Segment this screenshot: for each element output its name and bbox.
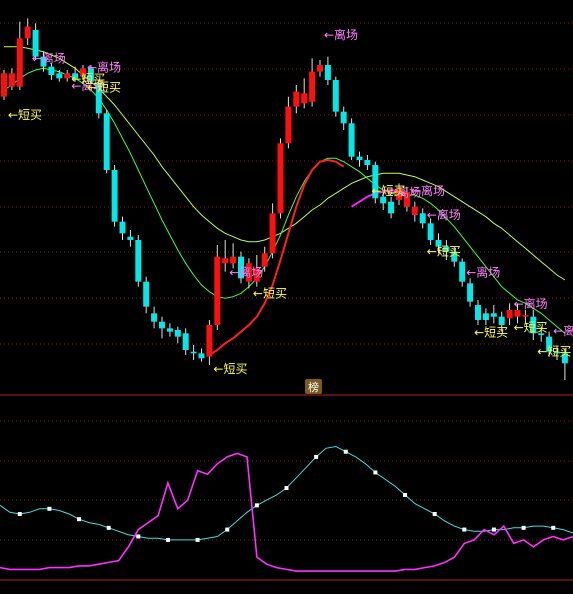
- candle-body: [356, 156, 363, 160]
- candle-body: [198, 353, 205, 359]
- indicator-marker: [521, 525, 526, 530]
- indicator-marker: [314, 454, 319, 459]
- candle-body: [475, 305, 481, 320]
- candle-body: [309, 71, 316, 102]
- indicator-series-line: [0, 445, 573, 541]
- signal-annotations: ←离场 ←离场 ←离场 ←短买 ←短买 ←短买 ←离场 ←短买 ←短买 ←离场 ←离场 ←离场 ←离场 ←…: [8, 27, 573, 376]
- signal-label: ←短买: [8, 108, 42, 122]
- signal-label: ←离场: [553, 323, 573, 338]
- candle-body: [174, 330, 181, 337]
- signal-label: ←短买: [253, 286, 287, 300]
- candle-body: [498, 316, 505, 325]
- candle-body: [317, 65, 323, 72]
- candle-body: [467, 283, 474, 302]
- indicator-marker: [136, 534, 141, 539]
- indicator-marker: [284, 486, 289, 491]
- indicator-marker: [225, 527, 230, 532]
- grid-lines: [0, 22, 573, 581]
- indicator-marker: [491, 527, 496, 532]
- candle-body: [364, 160, 371, 165]
- signal-label: ←短买: [474, 326, 508, 340]
- candle-body: [230, 256, 237, 264]
- candle-body: [506, 310, 513, 319]
- candle-body: [48, 66, 55, 75]
- candle-body: [324, 65, 331, 80]
- candle-body: [190, 351, 197, 354]
- candle-body: [103, 113, 110, 170]
- candle-body: [293, 91, 300, 107]
- indicator-marker: [165, 537, 170, 542]
- candle-body: [8, 73, 15, 87]
- signal-label: ←离场: [32, 50, 66, 65]
- candle-body: [119, 221, 126, 234]
- candle-body: [166, 328, 173, 332]
- signal-label: ←短买: [427, 245, 461, 259]
- signal-label: ←短买: [371, 184, 405, 198]
- ma-mid-red-line: [208, 158, 345, 356]
- candle-body: [490, 313, 497, 317]
- candle-body: [64, 73, 71, 79]
- indicator-marker: [47, 506, 52, 511]
- candle-body: [285, 106, 292, 144]
- indicator-marker: [373, 470, 378, 475]
- signal-label: ←短买: [514, 321, 548, 335]
- signal-label: ←短买: [87, 81, 121, 95]
- candle-body: [269, 213, 276, 254]
- candle-body: [301, 93, 308, 104]
- candle-body: [214, 256, 221, 325]
- indicator-marker: [77, 517, 82, 522]
- candle-body: [127, 236, 134, 240]
- candle-body: [24, 26, 31, 39]
- candle-body: [522, 315, 529, 317]
- indicator-marker: [403, 492, 408, 497]
- indicator-marker: [551, 525, 556, 530]
- signal-label: ←离场: [411, 183, 445, 198]
- candle-body: [1, 73, 7, 97]
- indicator-marker: [17, 511, 22, 516]
- candle-body: [151, 313, 158, 322]
- indicator-marker: [432, 511, 437, 516]
- signal-label: ←短买: [213, 362, 247, 376]
- candle-body: [135, 240, 142, 282]
- candle-body: [340, 111, 347, 124]
- candle-body: [182, 333, 189, 350]
- indicator-panel: 榜: [0, 379, 573, 572]
- candle-body: [56, 73, 63, 79]
- candle-body: [459, 261, 466, 282]
- indicator-marker: [343, 449, 348, 454]
- signal-label: ←离场: [324, 27, 358, 42]
- candle-body: [388, 201, 395, 214]
- candle-body: [332, 80, 339, 112]
- indicator-marker: [254, 503, 259, 508]
- signal-label: ←短买: [537, 345, 571, 359]
- chart-canvas: ←离场 ←离场 ←离场 ←短买 ←短买 ←短买 ←离场 ←短买 ←短买 ←离场 ←离场 ←离场 ←离场 ←…: [0, 18, 573, 581]
- signal-label: ←离场: [427, 207, 461, 222]
- candle-body: [206, 325, 213, 357]
- candle-body: [16, 38, 23, 87]
- candle-body: [411, 206, 418, 215]
- signal-label: ←离场: [466, 265, 500, 280]
- candle-body: [159, 321, 165, 329]
- signal-label: ←离场: [229, 265, 263, 280]
- indicator-marker: [462, 527, 467, 532]
- indicator-marker: [195, 537, 200, 542]
- candle-body: [427, 223, 434, 240]
- signal-label: ←离场: [514, 296, 548, 311]
- candle-body: [111, 170, 118, 222]
- indicator-series-line: [0, 452, 573, 572]
- candle-body: [277, 143, 284, 214]
- indicator-label: 榜: [308, 380, 319, 394]
- candle-body: [419, 213, 426, 224]
- candle-body: [482, 313, 489, 320]
- indicator-marker: [106, 525, 111, 530]
- candle-body: [222, 258, 229, 264]
- candle-body: [143, 281, 150, 307]
- candle-body: [348, 123, 355, 157]
